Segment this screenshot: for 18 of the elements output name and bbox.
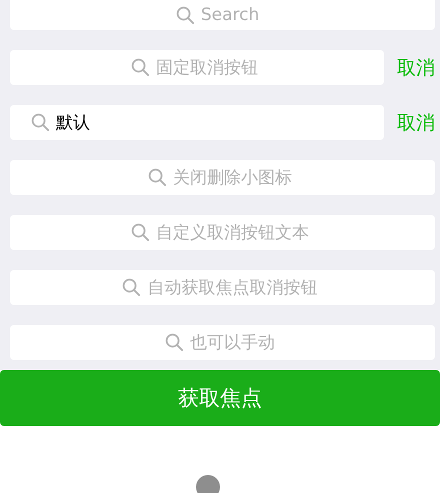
search-input[interactable]: 默认 xyxy=(56,112,96,132)
search-icon xyxy=(176,6,195,24)
search-input[interactable]: Search xyxy=(200,5,270,25)
search-icon xyxy=(122,278,142,297)
search-input[interactable]: 关闭删除小图标 xyxy=(172,168,298,188)
round-handle[interactable] xyxy=(196,475,220,493)
search-input[interactable]: 固定取消按钮 xyxy=(156,58,264,78)
search-icon xyxy=(130,58,150,77)
search-icon xyxy=(148,168,167,187)
search-icon xyxy=(31,113,50,132)
cancel-link[interactable]: 取消 xyxy=(397,110,435,136)
search-icon xyxy=(130,223,150,242)
search-icon xyxy=(164,333,184,352)
cancel-link[interactable]: 取消 xyxy=(397,54,435,80)
search-input[interactable]: 也可以手动 xyxy=(190,332,280,352)
search-input[interactable]: 自动获取焦点取消按钮 xyxy=(147,278,323,298)
search-input[interactable]: 自定义取消按钮文本 xyxy=(156,222,314,242)
focus-button[interactable]: 获取焦点 xyxy=(0,370,440,426)
